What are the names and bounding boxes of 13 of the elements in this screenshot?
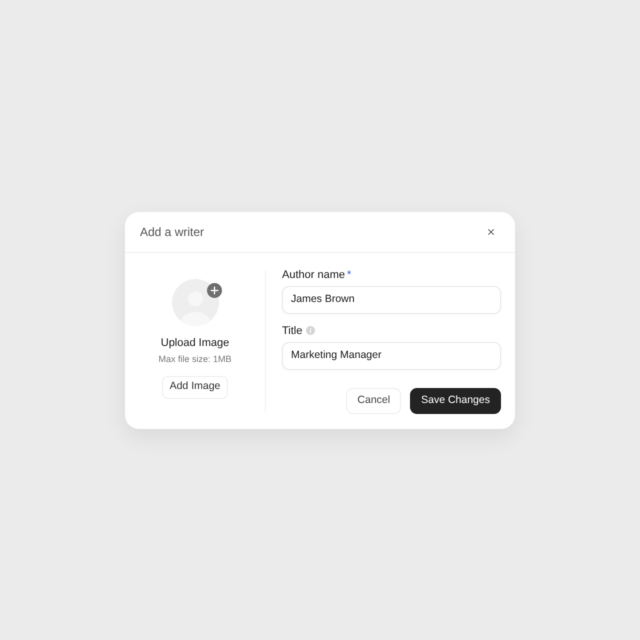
save-button[interactable]: Save Changes: [410, 388, 501, 414]
field-label: Title: [282, 324, 302, 338]
field-label: Author name: [282, 268, 345, 282]
dialog-title: Add a writer: [140, 224, 204, 240]
required-mark: *: [346, 268, 352, 282]
close-icon[interactable]: [486, 226, 496, 236]
text-input[interactable]: Marketing Manager: [282, 342, 501, 370]
file-size-hint: Max file size: 1MB: [158, 352, 232, 364]
add-image-button[interactable]: Add Image: [162, 376, 228, 398]
avatar-placeholder-icon: [172, 278, 222, 326]
cancel-button[interactable]: Cancel: [346, 388, 402, 414]
upload-label: Upload Image: [160, 336, 230, 350]
text-input[interactable]: James Brown: [282, 286, 501, 314]
